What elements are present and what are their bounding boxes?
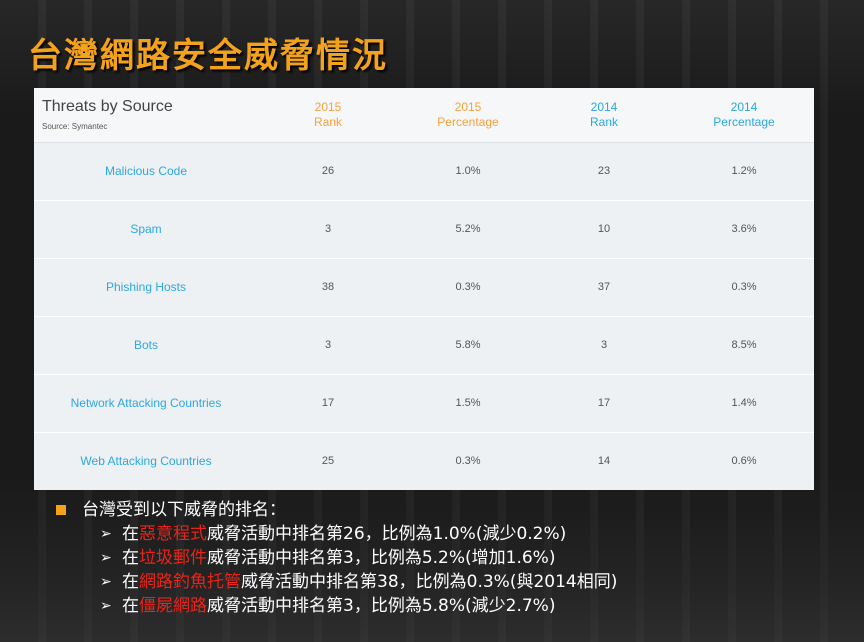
item-highlight: 垃圾郵件 <box>139 548 207 568</box>
col-year: 2014 <box>590 100 618 114</box>
col-year: 2015 <box>314 100 342 114</box>
item-prefix: 在 <box>122 548 139 568</box>
row-name: Phishing Hosts <box>105 280 187 294</box>
cell-2015-rank: 26 <box>321 165 335 177</box>
cell-2014-percentage: 3.6% <box>731 223 757 235</box>
cell-2015-rank: 38 <box>321 281 335 293</box>
cell-2014-percentage: 0.3% <box>731 281 757 293</box>
row-name: Network Attacking Countries <box>70 396 222 410</box>
table-row: Bots 3 5.8% 3 8.5% <box>34 317 814 375</box>
cell-2015-rank: 3 <box>324 339 332 351</box>
list-item: ➢ 在僵屍網路 威脅活動中排名第3，比例為5.8%(減少2.7%) <box>100 594 617 618</box>
cell-2015-percentage: 1.5% <box>455 397 481 409</box>
cell-2014-percentage: 0.6% <box>731 455 757 467</box>
item-rest: 威脅活動中排名第3，比例為5.8%(減少2.7%) <box>207 596 556 616</box>
cell-2014-rank: 14 <box>597 455 611 467</box>
table-row: Network Attacking Countries 17 1.5% 17 1… <box>34 375 814 433</box>
arrow-bullet-icon: ➢ <box>100 574 112 590</box>
row-name: Spam <box>130 222 162 236</box>
main-bullet-text: 台灣受到以下威脅的排名： <box>82 500 286 520</box>
cell-2015-rank: 3 <box>324 223 332 235</box>
main-bullet: 台灣受到以下威脅的排名： <box>52 498 617 522</box>
item-rest: 威脅活動中排名第3，比例為5.2%(增加1.6%) <box>207 548 556 568</box>
table-row: Phishing Hosts 38 0.3% 37 0.3% <box>34 259 814 317</box>
item-prefix: 在 <box>122 524 139 544</box>
item-highlight: 網路釣魚托管 <box>139 572 241 592</box>
cell-2014-percentage: 8.5% <box>731 339 757 351</box>
slide-title: 台灣網路安全威脅情況 <box>28 36 388 76</box>
arrow-bullet-icon: ➢ <box>100 526 112 542</box>
item-highlight: 僵屍網路 <box>139 596 207 616</box>
col-2014-percentage: 2014 Percentage <box>674 100 814 130</box>
row-name: Web Attacking Countries <box>80 454 212 468</box>
item-prefix: 在 <box>122 596 139 616</box>
cell-2014-rank: 23 <box>597 165 611 177</box>
cell-2015-percentage: 5.8% <box>455 339 481 351</box>
cell-2015-percentage: 0.3% <box>455 281 481 293</box>
row-name: Malicious Code <box>104 164 188 178</box>
row-name: Bots <box>133 338 158 352</box>
col-metric: Percentage <box>713 115 775 129</box>
col-year: 2014 <box>730 100 758 114</box>
threats-table: Threats by Source Source: Symantec 2015 … <box>34 88 814 490</box>
cell-2014-percentage: 1.4% <box>731 397 757 409</box>
square-bullet-icon <box>56 505 66 515</box>
item-rest: 威脅活動中排名第26，比例為1.0%(減少0.2%) <box>207 524 567 544</box>
col-metric: Rank <box>313 115 342 129</box>
list-item: ➢ 在網路釣魚托管 威脅活動中排名第38，比例為0.3%(與2014相同) <box>100 570 617 594</box>
list-item: ➢ 在垃圾郵件 威脅活動中排名第3，比例為5.2%(增加1.6%) <box>100 546 617 570</box>
col-2015-percentage: 2015 Percentage <box>398 100 538 130</box>
col-metric: Rank <box>589 115 618 129</box>
table-row: Web Attacking Countries 25 0.3% 14 0.6% <box>34 433 814 490</box>
table-source: Source: Symantec <box>42 122 108 131</box>
cell-2014-rank: 10 <box>597 223 611 235</box>
table-heading: Threats by Source <box>42 98 173 115</box>
cell-2014-percentage: 1.2% <box>731 165 757 177</box>
cell-2014-rank: 17 <box>597 397 611 409</box>
item-rest: 威脅活動中排名第38，比例為0.3%(與2014相同) <box>241 572 618 592</box>
col-year: 2015 <box>454 100 482 114</box>
col-2015-rank: 2015 Rank <box>258 100 398 130</box>
table-header: Threats by Source Source: Symantec 2015 … <box>34 88 814 143</box>
list-item: ➢ 在惡意程式 威脅活動中排名第26，比例為1.0%(減少0.2%) <box>100 522 617 546</box>
col-metric: Percentage <box>437 115 499 129</box>
cell-2015-rank: 25 <box>321 455 335 467</box>
cell-2015-rank: 17 <box>321 397 335 409</box>
table-row: Malicious Code 26 1.0% 23 1.2% <box>34 143 814 201</box>
item-highlight: 惡意程式 <box>139 524 207 544</box>
arrow-bullet-icon: ➢ <box>100 598 112 614</box>
table-row: Spam 3 5.2% 10 3.6% <box>34 201 814 259</box>
summary-list: 台灣受到以下威脅的排名： ➢ 在惡意程式 威脅活動中排名第26，比例為1.0%(減… <box>52 498 617 618</box>
cell-2015-percentage: 5.2% <box>455 223 481 235</box>
cell-2014-rank: 3 <box>600 339 608 351</box>
col-2014-rank: 2014 Rank <box>534 100 674 130</box>
cell-2015-percentage: 0.3% <box>455 455 481 467</box>
cell-2014-rank: 37 <box>597 281 611 293</box>
cell-2015-percentage: 1.0% <box>455 165 481 177</box>
arrow-bullet-icon: ➢ <box>100 550 112 566</box>
item-prefix: 在 <box>122 572 139 592</box>
